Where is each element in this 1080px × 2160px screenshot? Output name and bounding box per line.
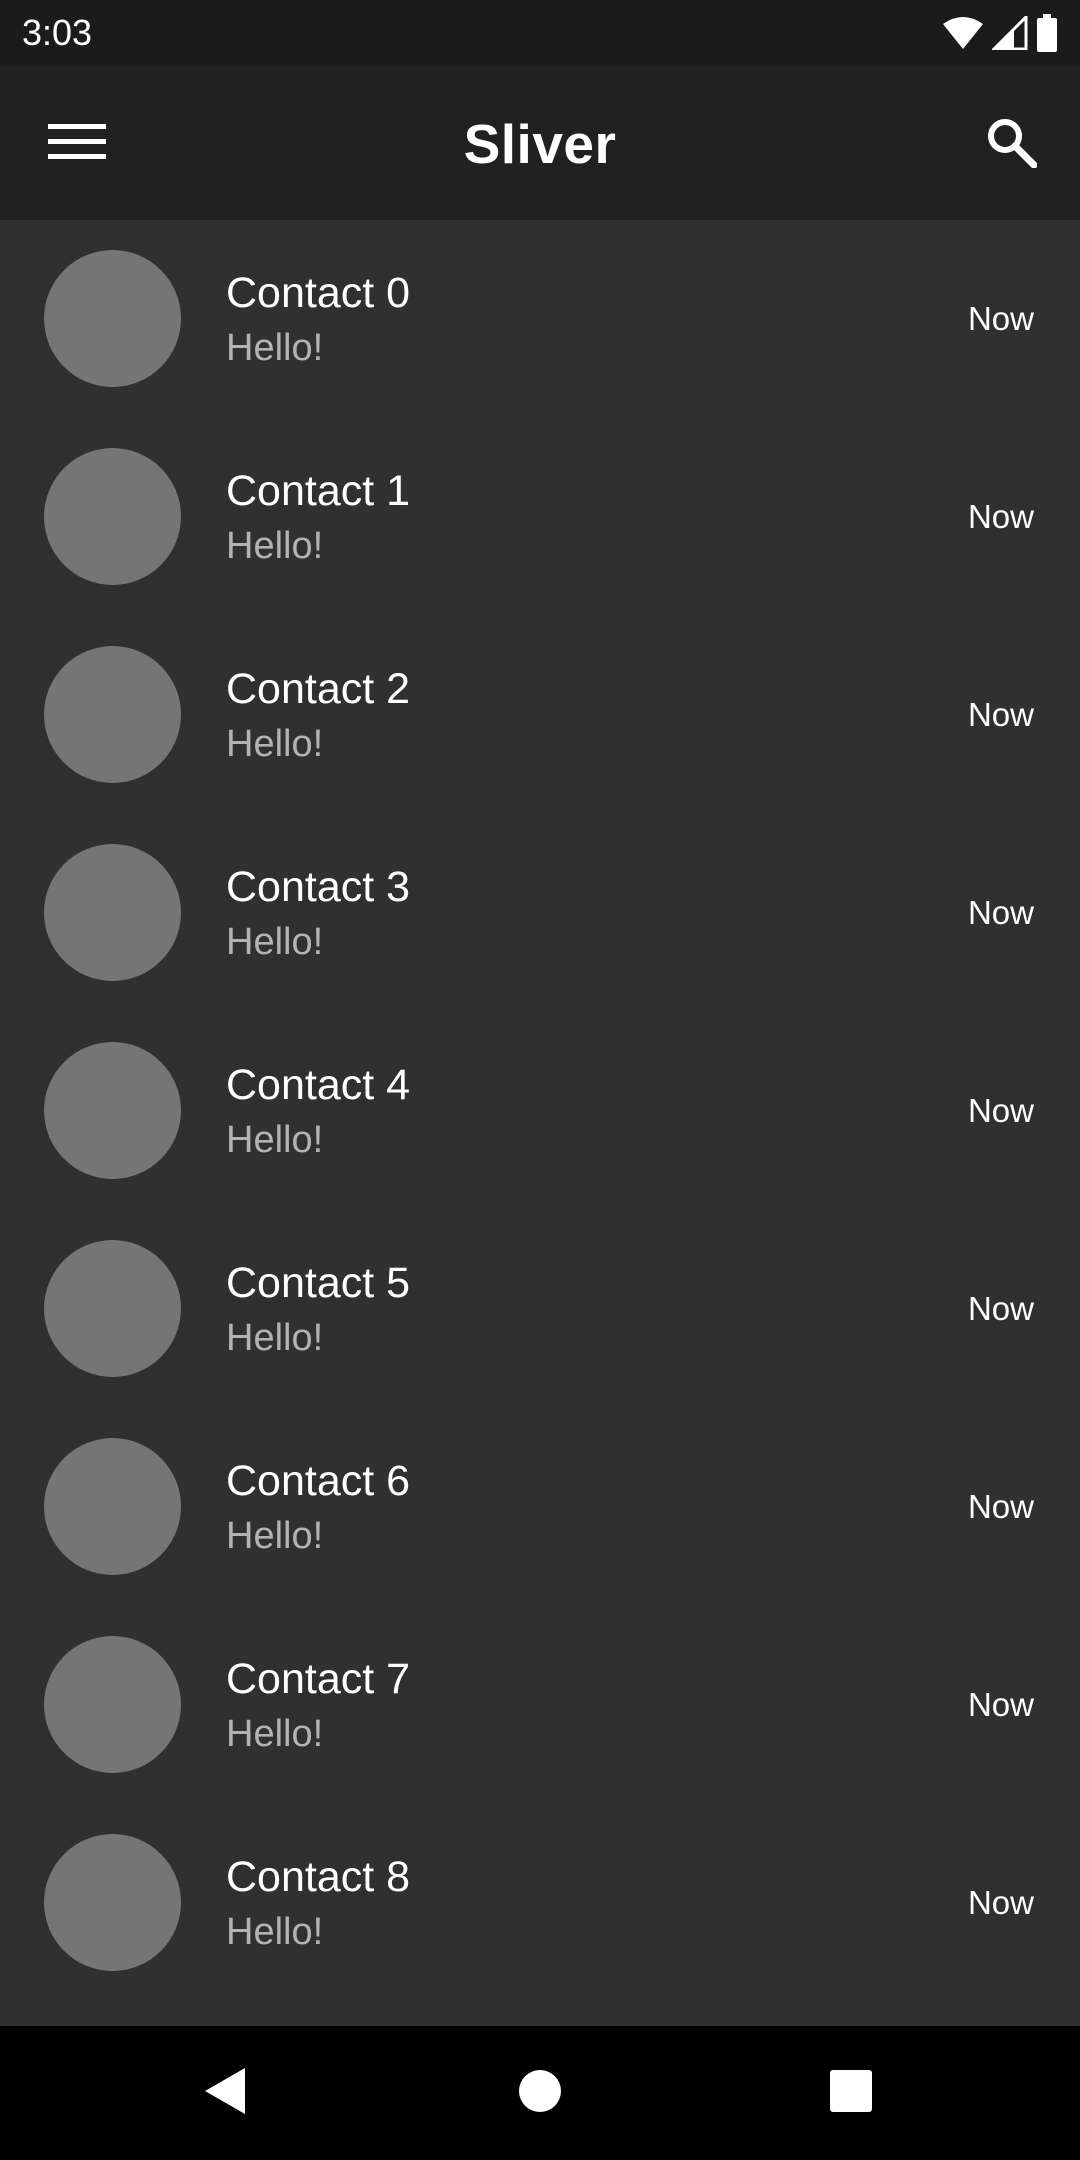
contact-name: Contact 7 xyxy=(226,1655,411,1703)
avatar xyxy=(44,646,181,783)
contact-time: Now xyxy=(967,498,1034,535)
home-icon xyxy=(518,2069,562,2118)
wifi-icon xyxy=(942,16,984,50)
signal-icon xyxy=(992,16,1028,50)
search-button[interactable] xyxy=(972,106,1050,182)
contact-message: Hello! xyxy=(226,1713,324,1755)
contact-message: Hello! xyxy=(226,525,324,567)
contact-name: Contact 2 xyxy=(226,665,411,713)
contact-message: Hello! xyxy=(226,1317,324,1359)
contact-name: Contact 6 xyxy=(226,1457,411,1505)
avatar xyxy=(44,1240,181,1377)
recents-button[interactable] xyxy=(806,2048,896,2138)
contact-time: Now xyxy=(967,300,1034,337)
status-icons xyxy=(942,14,1058,52)
contact-name: Contact 4 xyxy=(226,1061,411,1109)
contact-time: Now xyxy=(967,1884,1034,1921)
avatar xyxy=(44,1042,181,1179)
contact-row[interactable]: Contact 6 Hello! Now xyxy=(0,1408,1080,1606)
avatar xyxy=(44,844,181,981)
contact-row[interactable]: Contact 7 Hello! Now xyxy=(0,1606,1080,1804)
contact-time: Now xyxy=(967,1092,1034,1129)
contact-row[interactable]: Contact 0 Hello! Now xyxy=(0,220,1080,418)
contact-row[interactable]: Contact 4 Hello! Now xyxy=(0,1012,1080,1210)
avatar xyxy=(44,1438,181,1575)
contact-name: Contact 0 xyxy=(226,269,411,317)
back-icon xyxy=(203,2066,247,2121)
contact-name: Contact 5 xyxy=(226,1259,411,1307)
contact-time: Now xyxy=(967,1290,1034,1327)
home-button[interactable] xyxy=(495,2048,585,2138)
contact-row[interactable]: Contact 3 Hello! Now xyxy=(0,814,1080,1012)
contact-message: Hello! xyxy=(226,1911,324,1953)
contact-row[interactable]: Contact 2 Hello! Now xyxy=(0,616,1080,814)
contact-message: Hello! xyxy=(226,921,324,963)
contact-time: Now xyxy=(967,1686,1034,1723)
contact-message: Hello! xyxy=(226,327,324,369)
contact-time: Now xyxy=(967,696,1034,733)
contact-name: Contact 8 xyxy=(226,1853,411,1901)
contact-time: Now xyxy=(967,1488,1034,1525)
page-title: Sliver xyxy=(463,113,617,175)
battery-icon xyxy=(1036,14,1058,52)
contact-message: Hello! xyxy=(226,1515,324,1557)
avatar xyxy=(44,448,181,585)
app-bar: Sliver xyxy=(0,66,1080,220)
recents-icon xyxy=(829,2069,873,2118)
contact-list: Contact 0 Hello! Now Contact 1 Hello! No… xyxy=(0,220,1080,2026)
contact-row[interactable]: Contact 5 Hello! Now xyxy=(0,1210,1080,1408)
navigation-bar xyxy=(0,2026,1080,2160)
avatar xyxy=(44,250,181,387)
avatar xyxy=(44,1636,181,1773)
status-bar: 3:03 xyxy=(0,0,1080,66)
contact-row[interactable]: Contact 8 Hello! Now xyxy=(0,1804,1080,2002)
contact-message: Hello! xyxy=(226,1119,324,1161)
contact-row[interactable]: Contact 1 Hello! Now xyxy=(0,418,1080,616)
search-icon xyxy=(985,116,1038,173)
status-time: 3:03 xyxy=(22,12,93,53)
contact-time: Now xyxy=(967,894,1034,931)
avatar xyxy=(44,1834,181,1971)
contact-name: Contact 1 xyxy=(226,467,411,515)
contact-name: Contact 3 xyxy=(226,863,411,911)
contact-message: Hello! xyxy=(226,723,324,765)
back-button[interactable] xyxy=(180,2048,270,2138)
